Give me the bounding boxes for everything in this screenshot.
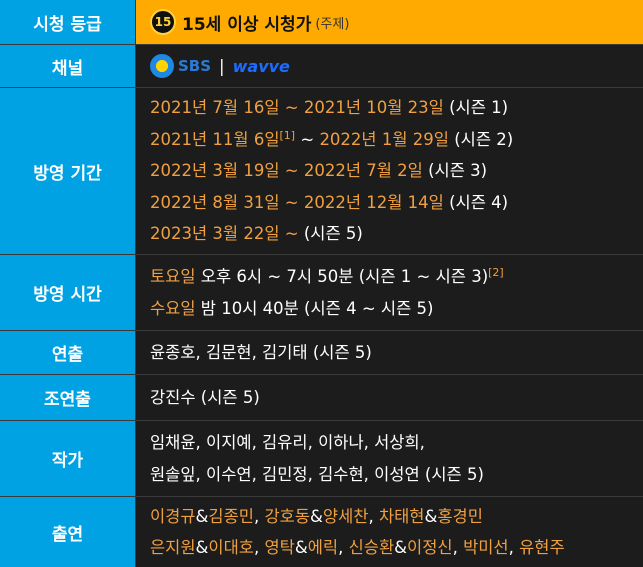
director-row: 연출 윤종호, 김문현, 김기태 (시즌 5) [0, 331, 643, 375]
cast-member-link[interactable]: 강호동 [264, 507, 310, 526]
cast-comma: , [338, 538, 349, 557]
time-line: 수요일 밤 10시 40분 (시즌 4 ~ 시즌 5) [150, 293, 629, 325]
co-director-row: 조연출 강진수 (시즌 5) [0, 375, 643, 421]
period-season: (시즌 3) [428, 161, 488, 181]
wavve-link[interactable]: wavve [233, 57, 290, 76]
cast-comma: , [508, 538, 520, 557]
period-season: (시즌 5) [303, 224, 363, 244]
writer-row: 작가 임채윤, 이지예, 김유리, 이하나, 서상희, 원솔잎, 이수연, 김민… [0, 421, 643, 497]
airing-period-value: 2021년 7월 16일 ~ 2021년 10월 23일 (시즌 1) 2021… [136, 88, 643, 254]
director-label: 연출 [0, 331, 136, 374]
period-line: 2021년 11월 6일[1] ~ 2022년 1월 29일 (시즌 2) [150, 124, 629, 156]
period-season: (시즌 4) [449, 192, 509, 212]
period-dates[interactable]: 2021년 7월 16일 ~ 2021년 10월 23일 [150, 98, 444, 117]
period-line: 2021년 7월 16일 ~ 2021년 10월 23일 (시즌 1) [150, 92, 629, 124]
cast-amp: & [424, 506, 438, 526]
airing-time-value: 토요일 오후 6시 ~ 7시 50분 (시즌 1 ~ 시즌 3)[2] 수요일 … [136, 255, 643, 330]
cast-member-link[interactable]: 에릭 [308, 538, 338, 557]
cast-member-link[interactable]: 김종민 [208, 507, 254, 526]
period-start[interactable]: 2021년 11월 6일 [150, 130, 280, 149]
period-end[interactable]: 2022년 1월 29일 [319, 130, 449, 149]
period-line: 2022년 3월 19일 ~ 2022년 7월 2일 (시즌 3) [150, 155, 629, 187]
rating-note: (주제) [315, 16, 350, 32]
cast-line: 은지원&이대호, 영탁&에릭, 신승환&이정신, 박미선, 유현주 [150, 532, 629, 564]
director-text: 윤종호, 김문현, 김기태 (시즌 5) [150, 342, 372, 362]
cast-amp: & [394, 538, 408, 557]
info-table: 시청 등급 15 15세 이상 시청가 (주제) 채널 SBS | wavve … [0, 0, 643, 567]
sbs-link[interactable]: SBS [178, 57, 211, 75]
cast-member-link[interactable]: 이대호 [208, 538, 254, 557]
cast-amp: & [294, 538, 308, 557]
cast-member-link[interactable]: 영탁 [264, 538, 294, 557]
airing-time-row: 방영 시간 토요일 오후 6시 ~ 7시 50분 (시즌 1 ~ 시즌 3)[2… [0, 255, 643, 331]
cast-member-link[interactable]: 차태현 [379, 507, 425, 526]
cast-line: 이경규&김종민, 강호동&양세찬, 차태현&홍경민 [150, 501, 629, 533]
cast-amp: & [195, 538, 209, 557]
airing-time-label: 방영 시간 [0, 255, 136, 330]
cast-member-link[interactable]: 이경규 [150, 507, 196, 526]
period-season: (시즌 1) [449, 98, 509, 118]
time-text: 오후 6시 ~ 7시 50분 (시즌 1 ~ 시즌 3) [195, 267, 489, 286]
cast-amp: & [310, 506, 323, 526]
period-dates[interactable]: 2023년 3월 22일 ~ [150, 224, 299, 243]
cast-member-link[interactable]: 신승환 [349, 538, 395, 557]
period-dates[interactable]: 2022년 8월 31일 ~ 2022년 12월 14일 [150, 193, 444, 212]
period-season: (시즌 2) [448, 129, 514, 149]
director-value: 윤종호, 김문현, 김기태 (시즌 5) [136, 331, 643, 374]
cast-comma: , [253, 538, 265, 557]
period-tilde: ~ [295, 129, 320, 149]
channel-value: SBS | wavve [136, 45, 643, 87]
cast-member-link[interactable]: 홍경민 [437, 507, 483, 526]
co-director-text: 강진수 (시즌 5) [150, 387, 260, 407]
period-dates[interactable]: 2022년 3월 19일 ~ 2022년 7월 2일 [150, 161, 423, 180]
cast-comma: , [452, 538, 464, 557]
writer-label: 작가 [0, 421, 136, 496]
cast-member-link[interactable]: 유현주 [519, 538, 565, 557]
cast-member-link[interactable]: 은지원 [150, 538, 196, 557]
time-line: 토요일 오후 6시 ~ 7시 50분 (시즌 1 ~ 시즌 3)[2] [150, 261, 629, 293]
airing-period-label: 방영 기간 [0, 88, 136, 254]
co-director-value: 강진수 (시즌 5) [136, 375, 643, 420]
footnote-ref[interactable]: [2] [488, 266, 504, 279]
cast-member-link[interactable]: 양세찬 [323, 507, 369, 526]
period-line: 2023년 3월 22일 ~ (시즌 5) [150, 218, 629, 250]
cast-label: 출연 [0, 497, 136, 567]
cast-row: 출연 이경규&김종민, 강호동&양세찬, 차태현&홍경민 은지원&이대호, 영탁… [0, 497, 643, 567]
rating-text: 15세 이상 시청가 [182, 14, 312, 35]
rating-row: 시청 등급 15 15세 이상 시청가 (주제) [0, 0, 643, 45]
weekday-link[interactable]: 수요일 [150, 299, 196, 318]
writer-line: 원솔잎, 이수연, 김민정, 김수현, 이성연 (시즌 5) [150, 464, 484, 484]
cast-comma: , [253, 506, 265, 526]
time-text: 밤 10시 40분 (시즌 4 ~ 시즌 5) [195, 298, 434, 318]
writer-value: 임채윤, 이지예, 김유리, 이하나, 서상희, 원솔잎, 이수연, 김민정, … [136, 421, 643, 496]
cast-member-link[interactable]: 박미선 [463, 538, 509, 557]
age-15-badge-icon: 15 [150, 9, 176, 35]
channel-row: 채널 SBS | wavve [0, 45, 643, 88]
weekday-link[interactable]: 토요일 [150, 267, 196, 286]
period-line: 2022년 8월 31일 ~ 2022년 12월 14일 (시즌 4) [150, 187, 629, 219]
airing-period-row: 방영 기간 2021년 7월 16일 ~ 2021년 10월 23일 (시즌 1… [0, 88, 643, 255]
writer-line: 임채윤, 이지예, 김유리, 이하나, 서상희, [150, 433, 425, 452]
channel-label: 채널 [0, 45, 136, 87]
sbs-logo-icon [150, 54, 174, 78]
cast-value: 이경규&김종민, 강호동&양세찬, 차태현&홍경민 은지원&이대호, 영탁&에릭… [136, 497, 643, 567]
rating-label: 시청 등급 [0, 0, 136, 44]
cast-comma: , [368, 506, 379, 526]
footnote-ref[interactable]: [1] [280, 129, 296, 142]
cast-amp: & [195, 506, 209, 526]
channel-separator: | [219, 56, 225, 76]
co-director-label: 조연출 [0, 375, 136, 420]
cast-member-link[interactable]: 이정신 [407, 538, 453, 557]
rating-value: 15 15세 이상 시청가 (주제) [136, 0, 643, 44]
